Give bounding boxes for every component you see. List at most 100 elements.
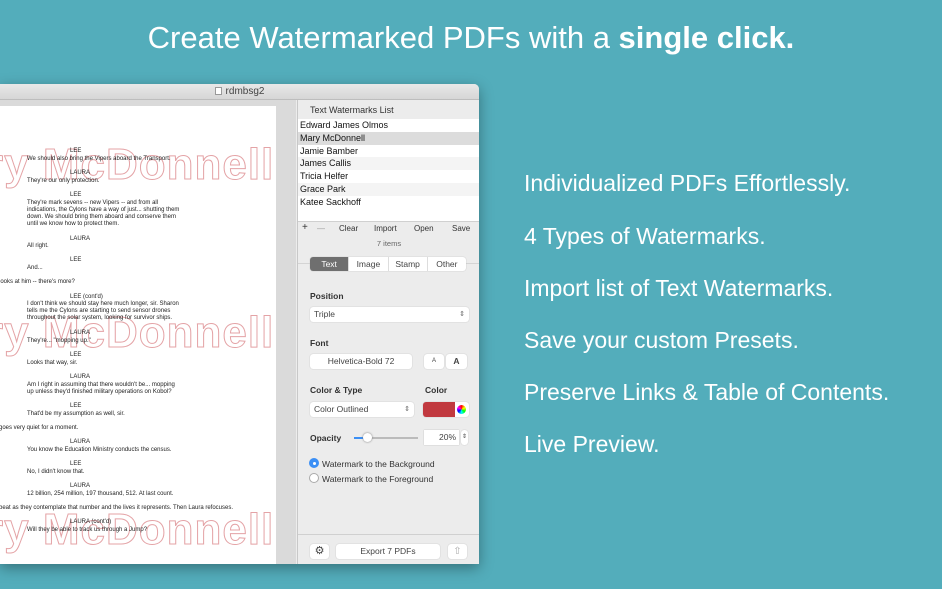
- list-toolbar: + — Clear Import Open Save: [298, 221, 479, 235]
- script-dialogue: down. We should bring them aboard and co…: [27, 214, 176, 220]
- feature-text: Save your custom Presets.: [524, 327, 799, 353]
- radio-foreground[interactable]: [309, 473, 319, 483]
- list-item[interactable]: Katee Sackhoff: [298, 196, 479, 209]
- window-title: rdmbsg2: [225, 86, 265, 97]
- color-well[interactable]: [423, 402, 469, 417]
- list-item[interactable]: Tricia Helfer: [298, 170, 479, 183]
- script-dialogue: I don't think we should stay here much l…: [27, 301, 179, 307]
- script-character: LEE: [70, 461, 82, 467]
- script-dialogue: tells me the Cylons are starting to send…: [27, 308, 171, 314]
- save-button[interactable]: Save: [452, 224, 470, 233]
- open-button[interactable]: Open: [414, 224, 434, 233]
- feature-text: Live Preview.: [524, 431, 660, 457]
- feature-text: Import list of Text Watermarks.: [524, 275, 834, 301]
- color-type-value: Color Outlined: [314, 404, 369, 414]
- script-dialogue: They're mark sevens -- new Vipers -- and…: [27, 200, 159, 206]
- radio-background-label[interactable]: Watermark to the Background: [322, 459, 435, 469]
- increase-font-button[interactable]: A: [446, 354, 467, 369]
- script-dialogue: And...: [27, 265, 43, 271]
- script-character: LEE: [70, 192, 82, 198]
- pdf-preview-area[interactable]: ry McDonnell ry McDonnell ry McDonnell LEE W…: [0, 100, 296, 564]
- script-dialogue: You know the Education Ministry conducts…: [27, 447, 172, 453]
- script-character: LAURA: [70, 170, 91, 176]
- script-dialogue: 12 billion, 254 million, 197 thousand, 5…: [27, 491, 174, 497]
- pdf-page: ry McDonnell ry McDonnell ry McDonnell LEE W…: [0, 106, 276, 564]
- sidebar: Text Watermarks List Edward James Olmos M…: [297, 100, 479, 564]
- script-dialogue: until we know how to protect them.: [27, 221, 120, 227]
- script-character: LAURA: [70, 439, 91, 445]
- font-label: Font: [310, 338, 329, 348]
- script-dialogue: throughout the solar system, looking for…: [27, 315, 173, 321]
- color-wheel-icon[interactable]: [457, 405, 466, 414]
- feature-text: Individualized PDFs Effortlessly.: [524, 170, 851, 196]
- script-dialogue: They're our only protection.: [27, 178, 100, 184]
- color-type-select[interactable]: Color Outlined ⇕: [310, 402, 414, 417]
- share-icon[interactable]: ⇧: [448, 544, 467, 559]
- updown-chevron-icon: ⇕: [459, 311, 465, 318]
- script-character: LEE: [70, 352, 82, 358]
- script-action: looks at him -- there's more?: [0, 279, 75, 285]
- import-button[interactable]: Import: [374, 224, 397, 233]
- tab-image[interactable]: Image: [348, 257, 387, 271]
- slider-knob[interactable]: [362, 433, 372, 442]
- list-item[interactable]: James Callis: [298, 157, 479, 171]
- script-dialogue: They're... "mopping up.": [27, 338, 91, 344]
- updown-chevron-icon: ⇕: [404, 406, 410, 413]
- divider: [298, 534, 479, 535]
- color-type-label: Color & Type: [310, 385, 363, 395]
- script-character: LEE: [70, 257, 82, 263]
- script-character: LEE (cont'd): [70, 294, 103, 300]
- opacity-field[interactable]: 20%: [424, 430, 459, 445]
- watermark-type-tabs: Text Image Stamp Other: [310, 257, 466, 271]
- list-item[interactable]: Edward James Olmos: [298, 119, 479, 132]
- position-value: Triple: [314, 309, 335, 319]
- headline-regular: Create Watermarked PDFs with a: [147, 20, 619, 55]
- script-dialogue: That'd be my assumption as well, sir.: [27, 411, 125, 417]
- add-button[interactable]: +: [302, 222, 308, 233]
- tab-other[interactable]: Other: [426, 257, 466, 271]
- headline-bold: single click.: [618, 20, 795, 55]
- script-action: goes very quiet for a moment.: [0, 425, 79, 431]
- opacity-slider[interactable]: [354, 433, 418, 442]
- remove-button[interactable]: —: [317, 224, 325, 233]
- tab-stamp[interactable]: Stamp: [387, 257, 427, 271]
- script-dialogue: indications, the Cylons have a way of ju…: [27, 207, 180, 213]
- script-character: LEE: [70, 148, 82, 154]
- settings-gear-icon[interactable]: ⚙: [310, 544, 329, 559]
- export-button[interactable]: Export 7 PDFs: [336, 544, 440, 559]
- list-item[interactable]: Mary McDonnell: [298, 131, 479, 145]
- script-character: LAURA: [70, 236, 91, 242]
- watermarks-list[interactable]: Edward James Olmos Mary McDonnell Jamie Ba…: [298, 119, 479, 221]
- tab-text[interactable]: Text: [310, 257, 349, 271]
- decrease-font-button[interactable]: A: [424, 354, 444, 369]
- script-dialogue: We should also bring the Vipers aboard t…: [27, 156, 171, 162]
- clear-button[interactable]: Clear: [339, 224, 358, 233]
- script-dialogue: Looks that way, sir.: [27, 360, 78, 366]
- list-item[interactable]: Jamie Bamber: [298, 145, 479, 158]
- feature-text: 4 Types of Watermarks.: [524, 223, 766, 249]
- script-character: LAURA: [70, 330, 91, 336]
- position-select[interactable]: Triple ⇕: [310, 307, 469, 322]
- position-label: Position: [310, 291, 344, 301]
- color-swatch: [423, 402, 455, 417]
- list-title: Text Watermarks List: [310, 105, 394, 115]
- font-button[interactable]: Helvetica-Bold 72: [310, 354, 412, 369]
- color-label: Color: [425, 385, 448, 395]
- app-window: rdmbsg2 ry McDonnell ry McDonnell ry McDon…: [0, 84, 479, 564]
- titlebar: rdmbsg2: [0, 84, 479, 100]
- radio-foreground-label[interactable]: Watermark to the Foreground: [322, 474, 433, 484]
- script-character: LAURA: [70, 483, 91, 489]
- script-character: LEE: [70, 403, 82, 409]
- opacity-label: Opacity: [310, 433, 342, 443]
- items-count: 7 items: [376, 239, 402, 248]
- radio-background[interactable]: [309, 458, 319, 468]
- script-dialogue: Will they be able to track us through a …: [27, 527, 148, 533]
- script-dialogue: All right.: [27, 243, 49, 249]
- opacity-stepper[interactable]: ⇕: [461, 430, 468, 445]
- script-dialogue: up unless they'd finished military opera…: [27, 389, 172, 395]
- list-item[interactable]: Grace Park: [298, 182, 479, 196]
- script-character: LAURA: [70, 374, 91, 380]
- script-dialogue: Am I right in assuming that there wouldn…: [27, 382, 175, 388]
- script-action: beat as they contemplate that number and…: [0, 505, 234, 511]
- script-dialogue: No, I didn't know that.: [27, 469, 85, 475]
